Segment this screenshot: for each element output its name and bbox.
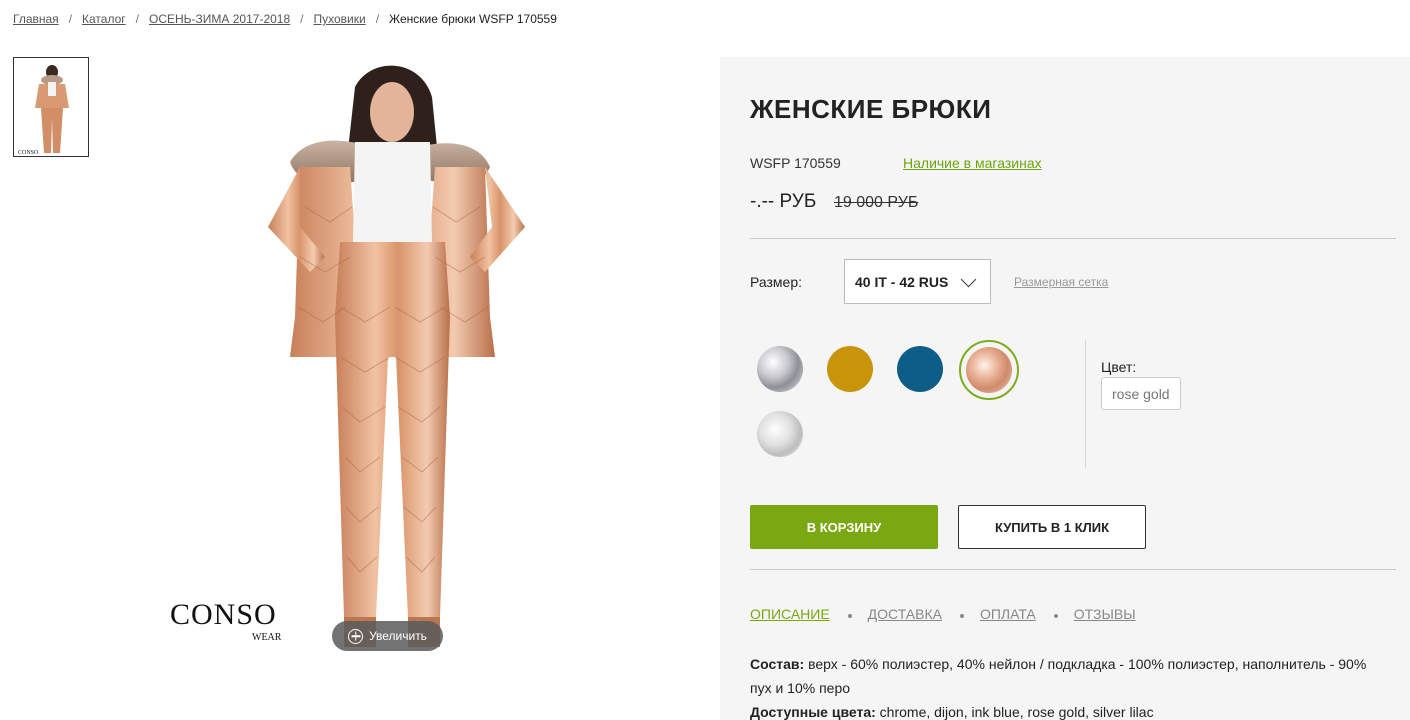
breadcrumb-separator: / bbox=[135, 12, 139, 26]
zoom-button[interactable]: Увеличить bbox=[332, 621, 443, 651]
tab-separator-dot bbox=[1053, 613, 1058, 618]
colors-label: Доступные цвета: bbox=[750, 704, 876, 720]
breadcrumb-separator: / bbox=[375, 12, 380, 26]
breadcrumb-catalog[interactable]: Каталог bbox=[82, 12, 126, 26]
thumbnail-image: CONSO bbox=[14, 58, 88, 156]
size-label: Размер: bbox=[750, 274, 803, 290]
tab-reviews[interactable]: ОТЗЫВЫ bbox=[1074, 606, 1136, 622]
brand-sub: WEAR bbox=[252, 632, 282, 643]
size-select[interactable]: 40 IT - 42 RUS bbox=[844, 259, 991, 304]
size-value: 40 IT - 42 RUS bbox=[855, 273, 949, 290]
breadcrumb-season[interactable]: ОСЕНЬ-ЗИМА 2017-2018 bbox=[149, 12, 290, 26]
swatch-dijon[interactable] bbox=[827, 346, 873, 392]
breadcrumb-category[interactable]: Пуховики bbox=[313, 12, 365, 26]
add-to-cart-button[interactable]: В КОРЗИНУ bbox=[750, 505, 938, 549]
color-label: Цвет: bbox=[1101, 359, 1137, 375]
zoom-icon bbox=[348, 628, 364, 644]
product-info-panel: ЖЕНСКИЕ БРЮКИ WSFP 170559 Наличие в мага… bbox=[720, 57, 1410, 720]
chevron-down-icon bbox=[960, 271, 977, 288]
tab-separator-dot bbox=[847, 613, 852, 618]
breadcrumb-home[interactable]: Главная bbox=[13, 12, 59, 26]
breadcrumb-separator: / bbox=[68, 12, 73, 26]
product-description: Состав: верх - 60% полиэстер, 40% нейлон… bbox=[750, 652, 1390, 720]
brand-name: CONSO bbox=[170, 598, 277, 631]
model-photo bbox=[268, 65, 525, 647]
product-price: -.-- РУБ bbox=[750, 191, 817, 212]
info-tabs: ОПИСАНИЕ ДОСТАВКА ОПЛАТА ОТЗЫВЫ bbox=[750, 606, 1136, 622]
composition-label: Состав: bbox=[750, 656, 805, 672]
tab-separator-dot bbox=[959, 613, 964, 618]
swatch-ink-blue[interactable] bbox=[897, 346, 943, 392]
buy-one-click-button[interactable]: КУПИТЬ В 1 КЛИК bbox=[958, 505, 1146, 549]
swatch-chrome[interactable] bbox=[757, 346, 803, 392]
swatch-rose-gold[interactable] bbox=[966, 347, 1012, 393]
product-sku: WSFP 170559 bbox=[750, 155, 841, 171]
divider bbox=[750, 569, 1396, 570]
product-thumbnail[interactable]: CONSO bbox=[13, 57, 89, 157]
composition-line: Состав: верх - 60% полиэстер, 40% нейлон… bbox=[750, 652, 1390, 700]
zoom-label: Увеличить bbox=[369, 629, 427, 643]
breadcrumb-separator: / bbox=[300, 12, 304, 26]
color-value: rose gold bbox=[1101, 377, 1181, 410]
brand-logo: CONSO WEAR bbox=[170, 588, 300, 648]
breadcrumb-current: Женские брюки WSFP 170559 bbox=[389, 12, 557, 26]
tab-payment[interactable]: ОПЛАТА bbox=[980, 606, 1036, 622]
svg-text:CONSO: CONSO bbox=[18, 150, 39, 156]
product-old-price: 19 000 РУБ bbox=[834, 194, 919, 211]
tab-description[interactable]: ОПИСАНИЕ bbox=[750, 606, 830, 622]
vertical-divider bbox=[1085, 340, 1086, 468]
swatch-silver-lilac[interactable] bbox=[757, 411, 803, 457]
tab-delivery[interactable]: ДОСТАВКА bbox=[868, 606, 942, 622]
breadcrumb: Главная / Каталог / ОСЕНЬ-ЗИМА 2017-2018… bbox=[13, 12, 557, 26]
product-main-image[interactable] bbox=[140, 57, 680, 657]
composition-text: верх - 60% полиэстер, 40% нейлон / подкл… bbox=[750, 656, 1367, 696]
size-chart-link[interactable]: Размерная сетка bbox=[1014, 275, 1108, 289]
availability-link[interactable]: Наличие в магазинах bbox=[903, 155, 1042, 171]
divider bbox=[750, 238, 1396, 239]
colors-text: chrome, dijon, ink blue, rose gold, silv… bbox=[879, 704, 1154, 720]
product-title: ЖЕНСКИЕ БРЮКИ bbox=[750, 94, 992, 124]
colors-line: Доступные цвета: chrome, dijon, ink blue… bbox=[750, 700, 1390, 720]
